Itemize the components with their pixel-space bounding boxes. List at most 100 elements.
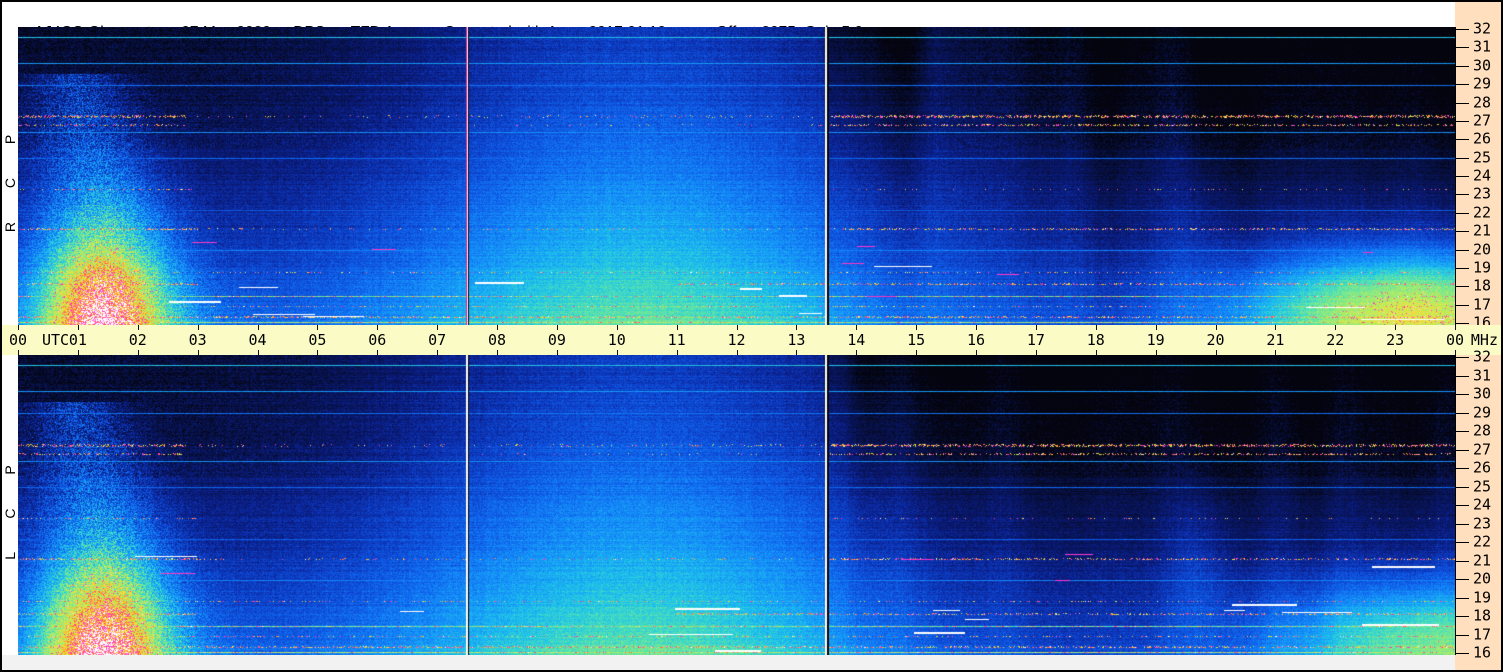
hour-tick-top bbox=[1395, 325, 1396, 330]
freq-tick bbox=[1456, 653, 1469, 654]
hour-tick-top bbox=[258, 325, 259, 330]
freq-label-23: 23 bbox=[1473, 514, 1492, 533]
freq-label-21: 21 bbox=[1473, 221, 1492, 240]
freq-tick bbox=[1456, 413, 1469, 414]
footer-row bbox=[2, 655, 1501, 670]
hour-tick-top bbox=[677, 325, 678, 330]
hour-label-0: 00 bbox=[8, 331, 28, 349]
hour-tick-top bbox=[1335, 325, 1336, 330]
freq-label-17: 17 bbox=[1473, 625, 1492, 644]
freq-label-25: 25 bbox=[1473, 477, 1492, 496]
freq-tick bbox=[1456, 286, 1469, 287]
freq-tick bbox=[1456, 524, 1469, 525]
hour-tick-top bbox=[1036, 325, 1037, 330]
hour-tick-bottom bbox=[1156, 350, 1157, 355]
hour-label-15: 15 bbox=[907, 331, 926, 349]
hour-tick-bottom bbox=[677, 350, 678, 355]
freq-tick bbox=[1456, 450, 1469, 451]
hour-tick-top bbox=[1156, 325, 1157, 330]
hour-label-10: 10 bbox=[607, 331, 626, 349]
freq-tick bbox=[1456, 66, 1469, 67]
hour-tick-bottom bbox=[617, 350, 618, 355]
hour-label-22: 22 bbox=[1326, 331, 1345, 349]
hour-label-9: 09 bbox=[547, 331, 566, 349]
hour-label-21: 21 bbox=[1266, 331, 1285, 349]
hour-tick-bottom bbox=[18, 350, 19, 355]
hour-label-14: 14 bbox=[847, 331, 866, 349]
hour-tick-bottom bbox=[258, 350, 259, 355]
hour-tick-bottom bbox=[1335, 350, 1336, 355]
title-bar: AJ4CO Observatory 07 May 2020 - DPS on T… bbox=[2, 2, 1455, 41]
freq-label-23: 23 bbox=[1473, 184, 1492, 203]
freq-tick bbox=[1456, 394, 1469, 395]
freq-label-28: 28 bbox=[1473, 421, 1492, 440]
freq-label-29: 29 bbox=[1473, 74, 1492, 93]
lcp-panel-row: L C P 32 31 30 29 28 27 26 25 24 23 22 21 20 19 18 17 16 bbox=[2, 348, 1501, 662]
hour-tick-bottom bbox=[377, 350, 378, 355]
hour-label-11: 11 bbox=[667, 331, 686, 349]
freq-tick bbox=[1456, 268, 1469, 269]
utc-unit-label: UTC bbox=[42, 331, 70, 349]
hour-tick-top bbox=[617, 325, 618, 330]
hour-tick-top bbox=[976, 325, 977, 330]
rcp-panel-row: R C P 32 31 30 29 28 27 26 25 24 23 22 21 20 19 18 17 16 bbox=[2, 20, 1501, 332]
hour-label-17: 17 bbox=[1026, 331, 1045, 349]
freq-tick bbox=[1456, 616, 1469, 617]
hour-tick-top bbox=[198, 325, 199, 330]
freq-tick bbox=[1456, 250, 1469, 251]
hour-label-20: 20 bbox=[1206, 331, 1225, 349]
hour-tick-bottom bbox=[976, 350, 977, 355]
freq-label-22: 22 bbox=[1473, 203, 1492, 222]
freq-tick bbox=[1456, 121, 1469, 122]
hour-tick-top bbox=[497, 325, 498, 330]
hour-tick-bottom bbox=[856, 350, 857, 355]
freq-label-30: 30 bbox=[1473, 56, 1492, 75]
freq-label-18: 18 bbox=[1473, 276, 1492, 295]
freq-label-19: 19 bbox=[1473, 588, 1492, 607]
hour-label-1: 01 bbox=[68, 331, 87, 349]
hour-tick-bottom bbox=[78, 350, 79, 355]
freq-tick bbox=[1456, 194, 1469, 195]
hour-label-24: 00 bbox=[1445, 331, 1465, 349]
freq-label-26: 26 bbox=[1473, 458, 1492, 477]
hour-label-16: 16 bbox=[966, 331, 986, 349]
footer-strip bbox=[2, 655, 1455, 670]
hour-tick-top bbox=[317, 325, 318, 330]
freq-label-24: 24 bbox=[1473, 166, 1492, 185]
hour-tick-top bbox=[1275, 325, 1276, 330]
hour-tick-bottom bbox=[198, 350, 199, 355]
hour-label-23: 23 bbox=[1386, 331, 1405, 349]
hour-label-8: 08 bbox=[487, 331, 507, 349]
freq-label-20: 20 bbox=[1473, 569, 1492, 588]
hour-tick-bottom bbox=[317, 350, 318, 355]
hour-tick-bottom bbox=[916, 350, 917, 355]
freq-label-16: 16 bbox=[1473, 643, 1492, 662]
hour-tick-top bbox=[18, 325, 19, 330]
hour-tick-bottom bbox=[557, 350, 558, 355]
polarization-label-lcp: L C P bbox=[2, 450, 18, 560]
time-axis-band: 00 01 02 03 04 05 06 07 08 09 10 11 12 13 14 15 16 17 18 19… bbox=[2, 325, 1501, 355]
freq-label-28: 28 bbox=[1473, 93, 1492, 112]
polarization-gutter-lcp: L C P bbox=[2, 355, 18, 655]
hour-label-2: 02 bbox=[128, 331, 147, 349]
hour-tick-top bbox=[138, 325, 139, 330]
freq-label-20: 20 bbox=[1473, 240, 1492, 259]
freq-label-31: 31 bbox=[1473, 366, 1492, 385]
hour-tick-bottom bbox=[737, 350, 738, 355]
freq-label-30: 30 bbox=[1473, 384, 1492, 403]
freq-label-24: 24 bbox=[1473, 495, 1492, 514]
freq-label-22: 22 bbox=[1473, 532, 1492, 551]
freq-label-17: 17 bbox=[1473, 295, 1492, 314]
freq-label-21: 21 bbox=[1473, 551, 1492, 570]
hour-tick-top bbox=[1096, 325, 1097, 330]
hour-tick-bottom bbox=[1395, 350, 1396, 355]
polarization-label-rcp: R C P bbox=[2, 119, 18, 233]
freq-tick bbox=[1456, 103, 1469, 104]
hour-tick-bottom bbox=[1216, 350, 1217, 355]
freq-tick bbox=[1456, 598, 1469, 599]
hour-label-4: 04 bbox=[248, 331, 267, 349]
hour-tick-bottom bbox=[796, 350, 797, 355]
hour-label-18: 18 bbox=[1086, 331, 1105, 349]
freq-tick bbox=[1456, 176, 1469, 177]
title-row: AJ4CO Observatory 07 May 2020 - DPS on T… bbox=[2, 2, 1501, 41]
